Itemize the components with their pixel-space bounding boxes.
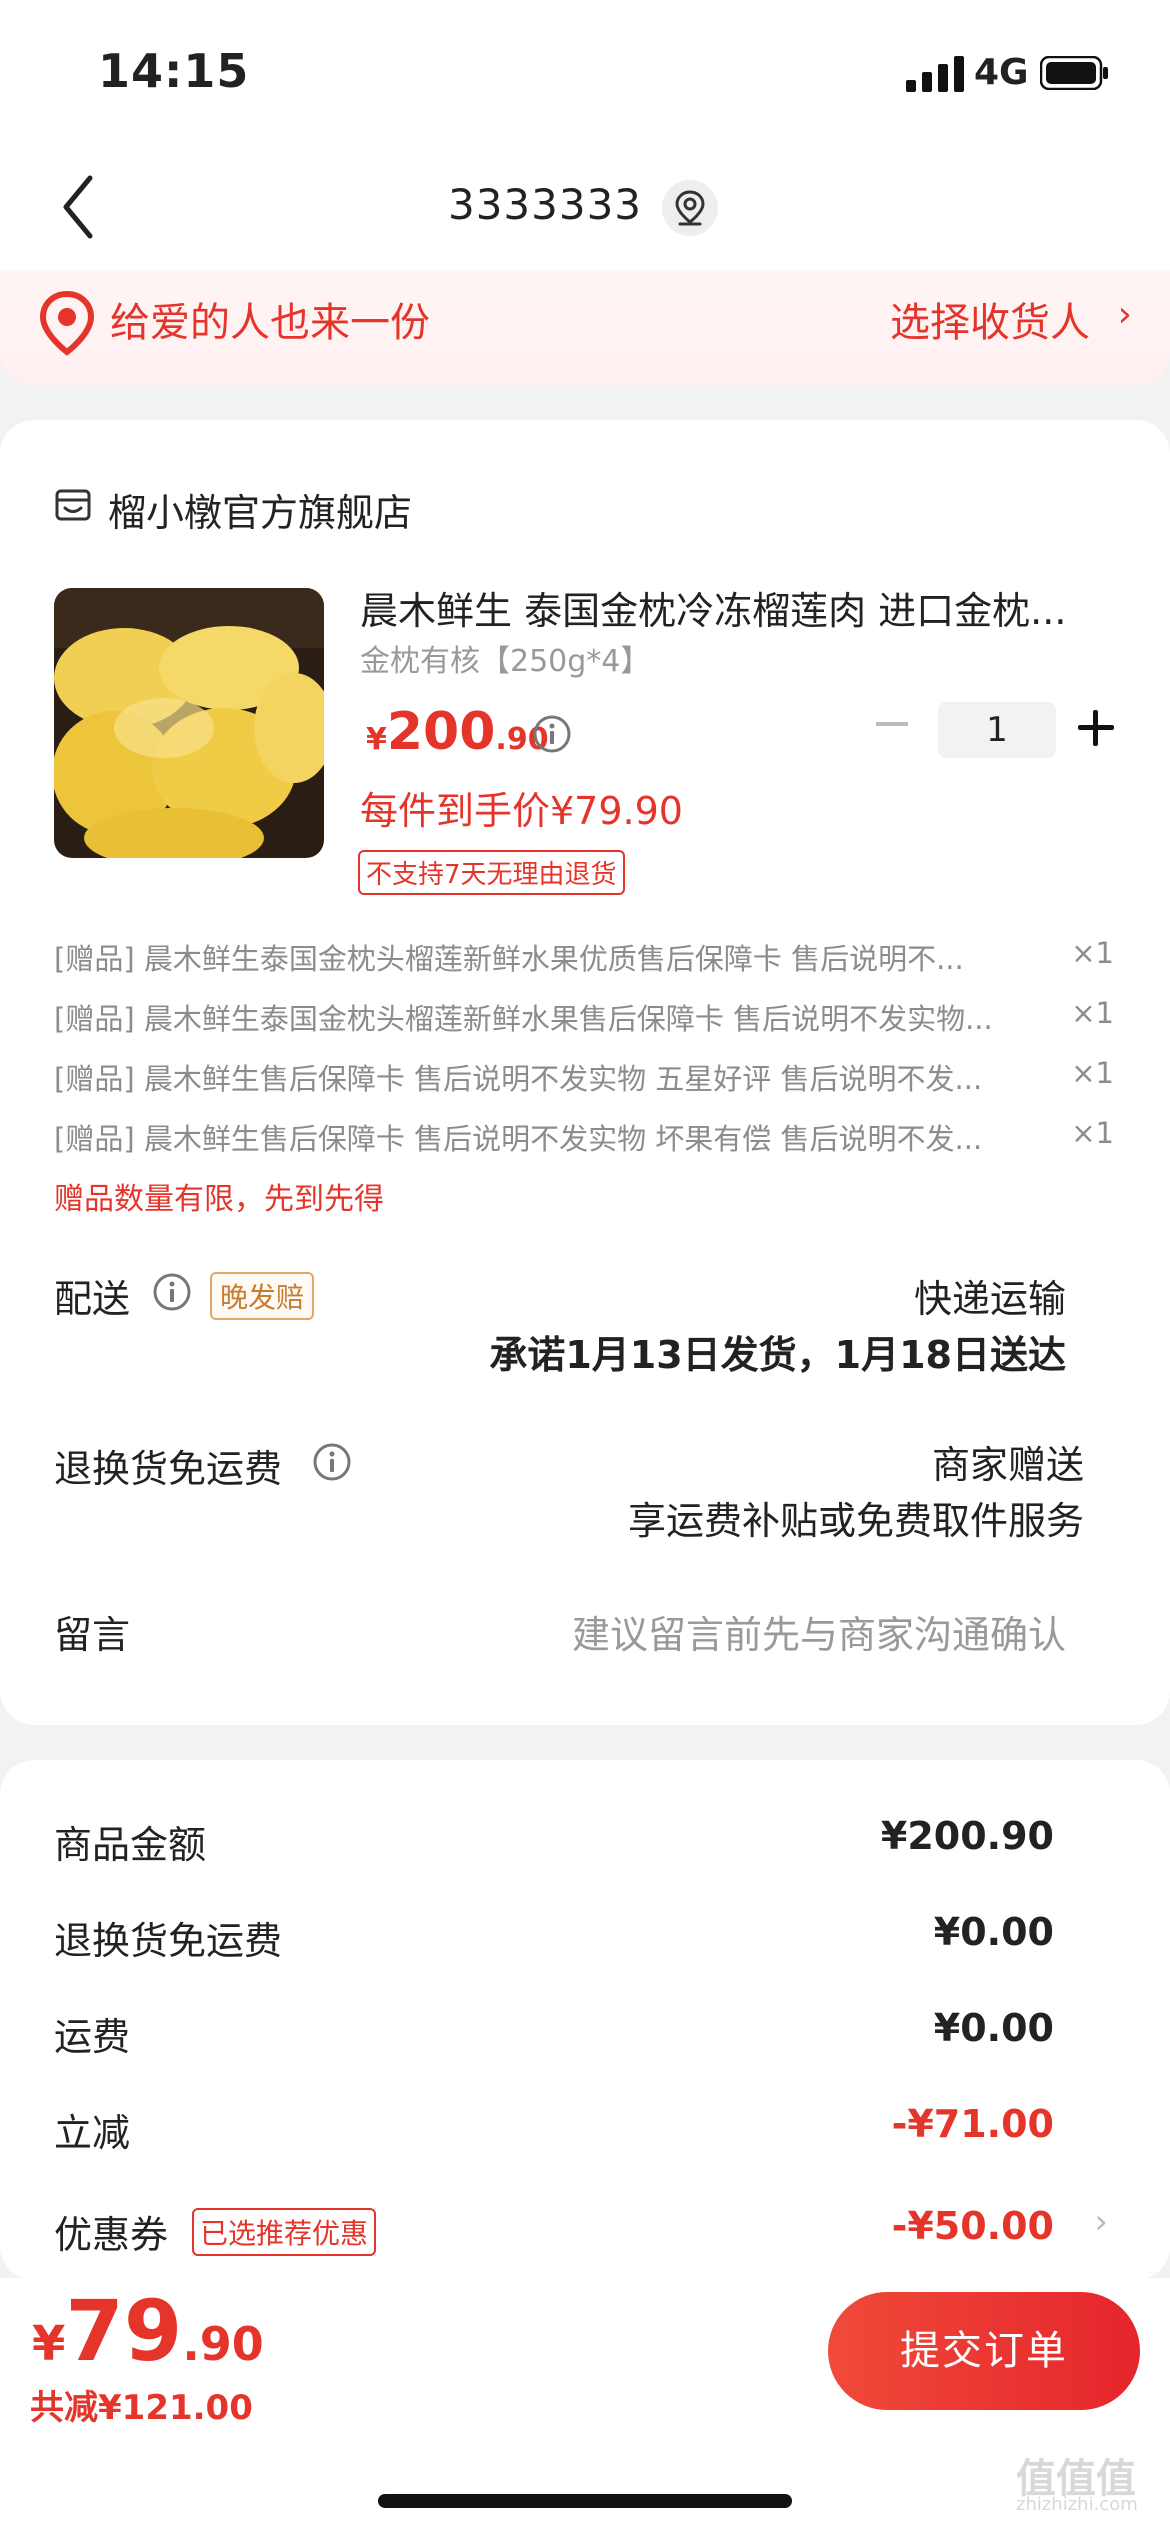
gift-item: [赠品] 晨木鲜生泰国金枕头榴莲新鲜水果售后保障卡 售后说明不发实物... ×1 bbox=[54, 996, 1114, 1038]
store-icon bbox=[55, 489, 91, 521]
gift-item-text: [赠品] 晨木鲜生售后保障卡 售后说明不发实物 五星好评 售后说明不发... bbox=[54, 1062, 983, 1096]
order-confirm-page: 14:15 4G 3333333 给爱的人也来一份 选择收货人 › 榴小橔官方旗… bbox=[0, 0, 1170, 2532]
product-image[interactable] bbox=[54, 588, 324, 858]
store-name[interactable]: 榴小橔官方旗舰店 bbox=[108, 482, 412, 537]
location-pin-icon bbox=[39, 290, 95, 356]
gift-item-count: ×1 bbox=[1071, 936, 1114, 970]
location-icon[interactable] bbox=[662, 180, 718, 236]
instant-discount-label: 立减 bbox=[54, 2111, 131, 2155]
instant-discount-value: -¥71.00 bbox=[891, 2102, 1054, 2146]
no-return-badge: 不支持7天无理由退货 bbox=[358, 850, 625, 895]
order-items-card: 榴小橔官方旗舰店 晨木鲜生 泰国金枕冷冻榴莲肉 进口金枕... 金枕有核【250… bbox=[0, 420, 1170, 1725]
select-recipient-link[interactable]: 选择收货人 bbox=[890, 290, 1090, 348]
product-price: ¥200.90 bbox=[366, 702, 549, 762]
goods-amount-label: 商品金额 bbox=[54, 1823, 207, 1867]
status-bar: 14:15 4G bbox=[0, 0, 1170, 150]
gift-recipient-banner[interactable]: 给爱的人也来一份 选择收货人 › bbox=[0, 270, 1170, 385]
nav-bar: 3333333 bbox=[0, 150, 1170, 270]
return-shipping-label: 退换货免运费 bbox=[54, 1447, 283, 1491]
goods-amount-value: ¥200.90 bbox=[880, 1814, 1054, 1858]
quantity-minus-button[interactable] bbox=[876, 722, 908, 726]
battery-icon bbox=[1040, 56, 1108, 90]
store-name-text: 榴小橔官方旗舰店 bbox=[108, 491, 413, 535]
gift-item-text: [赠品] 晨木鲜生泰国金枕头榴莲新鲜水果售后保障卡 售后说明不发实物... bbox=[54, 1002, 993, 1036]
product-title[interactable]: 晨木鲜生 泰国金枕冷冻榴莲肉 进口金枕... bbox=[360, 580, 1120, 635]
message-input[interactable]: 建议留言前先与商家沟通确认 bbox=[572, 1604, 1066, 1659]
price-symbol: ¥ bbox=[366, 722, 387, 757]
gift-item-text: [赠品] 晨木鲜生售后保障卡 售后说明不发实物 坏果有偿 售后说明不发... bbox=[54, 1122, 983, 1156]
gift-item: [赠品] 晨木鲜生售后保障卡 售后说明不发实物 坏果有偿 售后说明不发... ×… bbox=[54, 1116, 1114, 1158]
gift-item: [赠品] 晨木鲜生售后保障卡 售后说明不发实物 五星好评 售后说明不发... ×… bbox=[54, 1056, 1114, 1098]
delivery-label: 配送 bbox=[54, 1277, 131, 1321]
return-shipping-desc: 享运费补贴或免费取件服务 bbox=[627, 1499, 1084, 1543]
coupon-value[interactable]: -¥50.00 bbox=[892, 2204, 1054, 2248]
gift-item-count: ×1 bbox=[1071, 1116, 1114, 1150]
home-indicator[interactable] bbox=[378, 2494, 792, 2508]
price-info-icon[interactable] bbox=[532, 714, 572, 754]
late-compensation-badge[interactable]: 晚发赔 bbox=[210, 1272, 315, 1320]
unit-price: 每件到手价¥79.90 bbox=[360, 789, 683, 833]
quantity-value[interactable]: 1 bbox=[938, 702, 1056, 758]
quantity-plus-button[interactable] bbox=[1076, 708, 1116, 748]
price-integer: 200 bbox=[386, 702, 496, 762]
delivery-method[interactable]: 快递运输 bbox=[914, 1268, 1066, 1323]
gift-item: [赠品] 晨木鲜生泰国金枕头榴莲新鲜水果优质售后保障卡 售后说明不... ×1 bbox=[54, 936, 1114, 978]
network-label: 4G bbox=[974, 52, 1029, 93]
delivery-info-icon[interactable] bbox=[152, 1272, 192, 1312]
gift-item-count: ×1 bbox=[1071, 996, 1114, 1030]
signal-icon bbox=[906, 56, 964, 92]
shipping-fee-label: 运费 bbox=[54, 2015, 131, 2059]
coupon-label: 优惠券 bbox=[54, 2213, 169, 2257]
status-time: 14:15 bbox=[98, 44, 250, 98]
gift-strip-text: 给爱的人也来一份 bbox=[110, 300, 430, 346]
chevron-right-icon[interactable]: › bbox=[1094, 2202, 1108, 2242]
gift-limit-note: 赠品数量有限，先到先得 bbox=[54, 1182, 384, 1217]
shipping-fee-value: ¥0.00 bbox=[933, 2006, 1054, 2050]
coupon-recommended-tag: 已选推荐优惠 bbox=[192, 2208, 377, 2256]
return-free-value: ¥0.00 bbox=[933, 1910, 1054, 1954]
gift-item-text: [赠品] 晨木鲜生泰国金枕头榴莲新鲜水果优质售后保障卡 售后说明不... bbox=[54, 942, 964, 976]
product-spec[interactable]: 金枕有核【250g*4】 bbox=[360, 636, 650, 680]
message-label: 留言 bbox=[54, 1613, 131, 1657]
gift-item-count: ×1 bbox=[1071, 1056, 1114, 1090]
total-integer: 79 bbox=[65, 2282, 183, 2380]
total-decimal: .90 bbox=[182, 2317, 264, 2371]
return-free-label: 退换货免运费 bbox=[54, 1919, 283, 1963]
submit-order-button[interactable]: 提交订单 bbox=[828, 2292, 1140, 2410]
watermark-url: zhizhizhi.com bbox=[1016, 2494, 1138, 2515]
delivery-promise: 承诺1月13日发货，1月18日送达 bbox=[489, 1333, 1066, 1377]
total-saved: 共减¥121.00 bbox=[30, 2388, 253, 2428]
return-shipping-value: 商家赠送 bbox=[931, 1443, 1084, 1487]
return-info-icon[interactable] bbox=[312, 1442, 352, 1482]
total-price: ¥79.90 bbox=[32, 2282, 264, 2380]
page-title: 3333333 bbox=[447, 180, 643, 229]
total-symbol: ¥ bbox=[32, 2316, 66, 2372]
chevron-right-icon: › bbox=[1117, 294, 1132, 335]
